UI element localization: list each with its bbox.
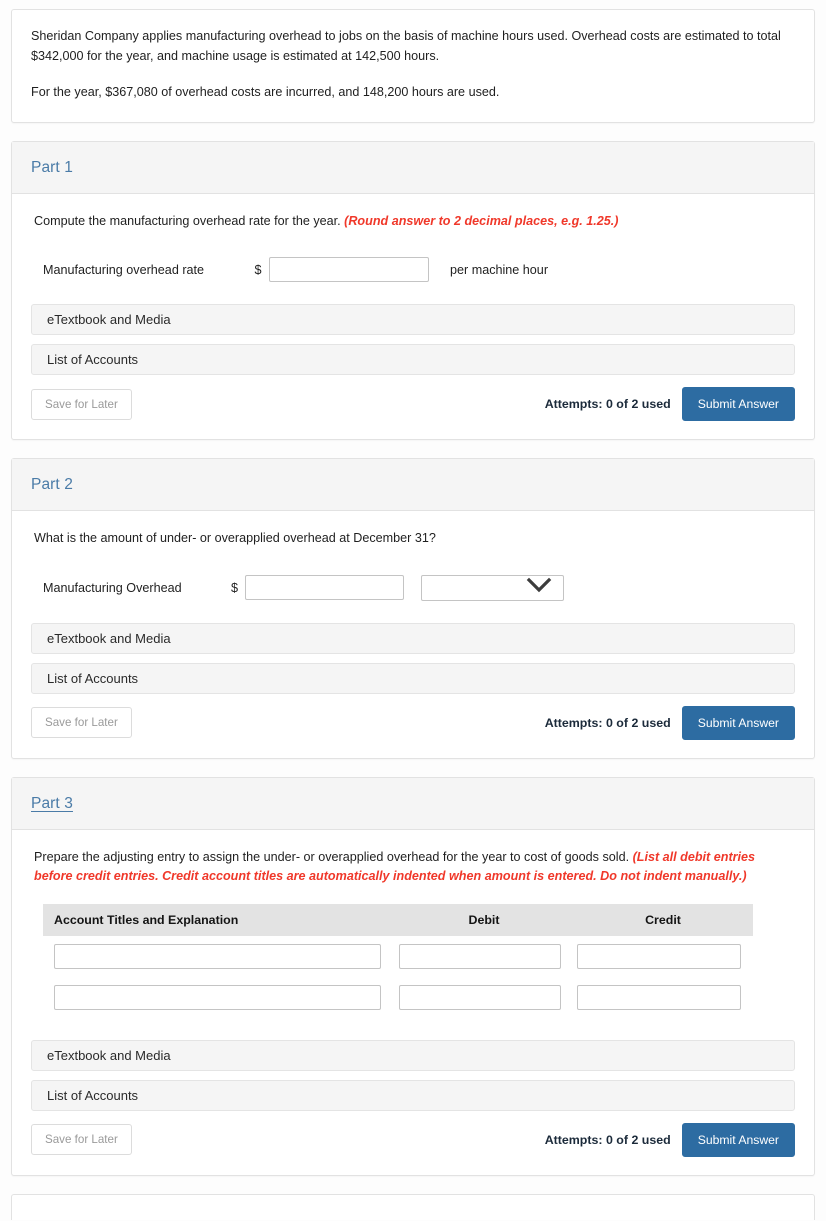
- part-1-answer-row: Manufacturing overhead rate $ per machin…: [43, 257, 795, 283]
- credit-input-row-1[interactable]: [577, 943, 741, 969]
- account-title-input-row-1[interactable]: [54, 943, 381, 969]
- under-over-applied-select[interactable]: [421, 574, 564, 601]
- chevron-down-icon: [524, 575, 554, 600]
- table-row: [43, 977, 753, 1018]
- part-1-save-for-later-button[interactable]: Save for Later: [31, 388, 132, 420]
- part-3-question-text: Prepare the adjusting entry to assign th…: [34, 849, 630, 864]
- next-panel-sliver: [11, 1193, 815, 1220]
- debit-input-row-2[interactable]: [399, 984, 561, 1010]
- etextbook-label: eTextbook and Media: [47, 312, 171, 328]
- column-header-account-titles: Account Titles and Explanation: [43, 903, 395, 936]
- cell-account-title: [43, 977, 395, 1018]
- column-header-debit: Debit: [395, 903, 573, 936]
- part-1-card: Part 1 Compute the manufacturing overhea…: [11, 140, 815, 441]
- part-1-field-label: Manufacturing overhead rate: [43, 262, 205, 277]
- part-1-question: Compute the manufacturing overhead rate …: [34, 212, 786, 232]
- journal-entry-table: Account Titles and Explanation Debit Cre…: [43, 903, 753, 1018]
- part-1-question-text: Compute the manufacturing overhead rate …: [34, 213, 341, 228]
- part-1-dollar-sign: $: [254, 262, 262, 277]
- part-2-submit-answer-button[interactable]: Submit Answer: [681, 705, 795, 740]
- part-1-etextbook-and-media[interactable]: eTextbook and Media: [31, 304, 795, 336]
- cell-credit: [573, 977, 753, 1018]
- part-1-suffix-label: per machine hour: [450, 262, 549, 277]
- credit-input-row-2[interactable]: [577, 984, 741, 1010]
- part-2-card: Part 2 What is the amount of under- or o…: [11, 458, 815, 759]
- cell-credit: [573, 936, 753, 977]
- problem-paragraph-1: Sheridan Company applies manufacturing o…: [31, 29, 781, 63]
- journal-header-row: Account Titles and Explanation Debit Cre…: [43, 903, 753, 936]
- part-1-hint: (Round answer to 2 decimal places, e.g. …: [344, 213, 619, 228]
- journal-table-head: Account Titles and Explanation Debit Cre…: [43, 903, 753, 936]
- problem-paragraph-2: For the year, $367,080 of overhead costs…: [31, 85, 500, 100]
- table-row: [43, 936, 753, 977]
- part-2-body: What is the amount of under- or overappl…: [12, 511, 814, 758]
- part-1-title: Part 1: [31, 158, 73, 176]
- etextbook-label: eTextbook and Media: [47, 630, 171, 646]
- etextbook-label: eTextbook and Media: [47, 1047, 171, 1063]
- part-2-list-of-accounts[interactable]: List of Accounts: [31, 662, 795, 694]
- debit-input-row-1[interactable]: [399, 943, 561, 969]
- account-title-input-row-2[interactable]: [54, 984, 381, 1010]
- list-of-accounts-label: List of Accounts: [47, 352, 139, 368]
- part-2-dollar-sign: $: [230, 580, 238, 595]
- part-3-card: Part 3 Prepare the adjusting entry to as…: [11, 776, 815, 1176]
- problem-statement-card: Sheridan Company applies manufacturing o…: [11, 9, 815, 123]
- part-2-question: What is the amount of under- or overappl…: [34, 531, 436, 546]
- manufacturing-overhead-amount-input[interactable]: [245, 575, 404, 601]
- part-2-answer-row: Manufacturing Overhead $: [43, 574, 795, 601]
- part-1-body: Compute the manufacturing overhead rate …: [12, 194, 814, 440]
- part-3-title[interactable]: Part 3: [31, 795, 73, 812]
- column-header-credit: Credit: [573, 903, 753, 936]
- list-of-accounts-label: List of Accounts: [47, 1087, 139, 1103]
- part-3-body: Prepare the adjusting entry to assign th…: [12, 830, 814, 1175]
- part-1-attempts-status: Attempts: 0 of 2 used: [544, 397, 671, 412]
- part-2-header: Part 2: [12, 459, 814, 512]
- cell-account-title: [43, 936, 395, 977]
- part-2-field-label: Manufacturing Overhead: [43, 580, 182, 595]
- part-1-list-of-accounts[interactable]: List of Accounts: [31, 344, 795, 376]
- part-1-submit-answer-button[interactable]: Submit Answer: [681, 387, 795, 422]
- cell-debit: [395, 936, 573, 977]
- part-3-save-for-later-button[interactable]: Save for Later: [31, 1124, 132, 1156]
- journal-table-body: [43, 936, 753, 1018]
- part-3-footer: Save for Later Attempts: 0 of 2 used Sub…: [31, 1122, 795, 1161]
- part-2-save-for-later-button[interactable]: Save for Later: [31, 707, 132, 739]
- part-1-footer: Save for Later Attempts: 0 of 2 used Sub…: [31, 387, 795, 425]
- part-3-list-of-accounts[interactable]: List of Accounts: [31, 1079, 795, 1111]
- part-3-etextbook-and-media[interactable]: eTextbook and Media: [31, 1039, 795, 1071]
- part-1-header: Part 1: [12, 141, 814, 194]
- list-of-accounts-label: List of Accounts: [47, 670, 139, 686]
- manufacturing-overhead-rate-input[interactable]: [269, 257, 429, 283]
- part-2-etextbook-and-media[interactable]: eTextbook and Media: [31, 622, 795, 654]
- part-2-footer: Save for Later Attempts: 0 of 2 used Sub…: [31, 705, 795, 744]
- part-2-attempts-status: Attempts: 0 of 2 used: [544, 715, 671, 730]
- part-3-header: Part 3: [12, 777, 814, 830]
- part-2-title: Part 2: [31, 476, 73, 494]
- cell-debit: [395, 977, 573, 1018]
- part-3-submit-answer-button[interactable]: Submit Answer: [681, 1122, 795, 1157]
- part-3-attempts-status: Attempts: 0 of 2 used: [544, 1132, 671, 1147]
- part-3-question: Prepare the adjusting entry to assign th…: [34, 848, 786, 887]
